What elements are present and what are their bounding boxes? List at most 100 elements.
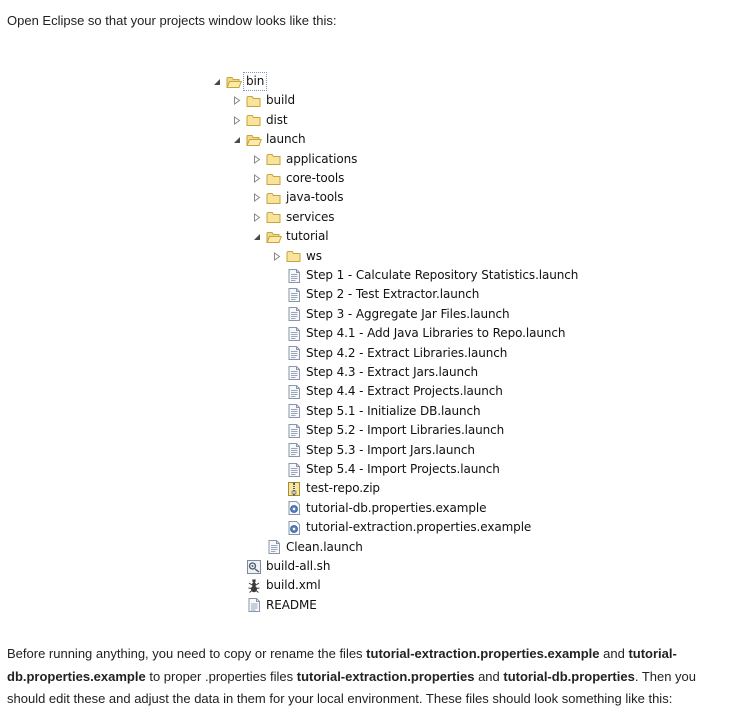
tree-item[interactable]: applications [248,150,357,169]
instructions-paragraph: Before running anything, you need to cop… [7,643,737,711]
folder-icon [266,190,282,206]
toggle-spacer [228,557,246,576]
tree-item-label: Step 4.3 - Extract Jars.launch [306,365,478,379]
tree-item[interactable]: Step 5.3 - Import Jars.launch [268,441,475,460]
project-explorer-tree: bin build dist launch applications core-tools… [208,72,588,620]
toggle-spacer [268,499,286,518]
tree-item-label: java-tools [286,190,344,205]
launch-file-icon [286,326,302,342]
tree-item[interactable]: Step 3 - Aggregate Jar Files.launch [268,305,510,324]
toggle-spacer [268,324,286,343]
folder-icon [246,93,262,109]
tree-item[interactable]: ws [268,247,322,266]
tree-item-label: ws [306,248,322,263]
tree-item-label: Step 4.1 - Add Java Libraries to Repo.la… [306,326,566,341]
toggle-spacer [248,538,266,557]
tree-item-label: tutorial [286,229,329,244]
launch-file-icon [286,423,302,439]
tree-item[interactable]: build-all.sh [228,557,330,576]
collapse-arrow-icon[interactable] [228,130,246,149]
folder-open-icon [226,74,242,90]
tree-item[interactable]: test-repo.zip [268,479,380,498]
tree-item[interactable]: Step 4.1 - Add Java Libraries to Repo.la… [268,324,565,343]
tree-item[interactable]: Clean.launch [248,538,363,557]
instructions-text: and [599,646,629,661]
tree-item[interactable]: dist [228,111,288,130]
tree-item[interactable]: Step 4.2 - Extract Libraries.launch [268,344,507,363]
tree-item-label: Step 4.2 - Extract Libraries.launch [306,345,508,360]
toggle-spacer [268,518,286,537]
folder-icon [266,151,282,167]
toggle-spacer [268,382,286,401]
folder-icon [266,209,282,225]
tree-item-label: launch [266,132,306,147]
toggle-spacer [268,479,286,498]
tree-item-label: build.xml [266,578,321,593]
expand-arrow-icon[interactable] [248,188,266,207]
tree-item[interactable]: Step 5.2 - Import Libraries.launch [268,421,504,440]
tree-item-label: Step 2 - Test Extractor.launch [306,287,480,302]
tree-item[interactable]: java-tools [248,188,344,207]
ant-build-icon [246,578,262,594]
launch-file-icon [286,403,302,419]
filename-extraction-example: tutorial-extraction.properties.example [366,646,600,661]
instructions-text: Before running anything, you need to cop… [7,646,367,661]
tree-item[interactable]: README [228,596,317,615]
expand-arrow-icon[interactable] [268,247,286,266]
folder-open-icon [246,132,262,148]
shell-script-icon [246,559,262,575]
tree-item-label: test-repo.zip [306,481,380,496]
filename-extraction-properties: tutorial-extraction.properties [296,668,475,684]
launch-file-icon [286,287,302,303]
tree-item-label: dist [266,112,288,127]
toggle-spacer [228,576,246,595]
tree-item[interactable]: tutorial-db.properties.example [268,499,487,518]
tree-item[interactable]: tutorial [248,227,329,246]
launch-file-icon [266,539,282,555]
toggle-spacer [268,305,286,324]
tree-item-label: Clean.launch [286,539,363,554]
instructions-text: and [474,668,504,684]
tree-item-label: core-tools [286,171,345,185]
tree-item-label: Step 5.3 - Import Jars.launch [306,442,475,457]
expand-arrow-icon[interactable] [248,150,266,169]
tree-item[interactable]: Step 5.4 - Import Projects.launch [268,460,500,479]
tree-item[interactable]: tutorial-extraction.properties.example [268,518,531,537]
tree-item-label: Step 5.1 - Initialize DB.launch [306,403,481,418]
launch-file-icon [286,268,302,284]
expand-arrow-icon[interactable] [248,169,266,188]
launch-file-icon [286,345,302,361]
tree-item[interactable]: launch [228,130,306,149]
tree-item[interactable]: Step 5.1 - Initialize DB.launch [268,402,481,421]
tree-item-label: README [266,597,317,612]
tree-item[interactable]: Step 4.4 - Extract Projects.launch [268,382,503,401]
expand-arrow-icon[interactable] [248,208,266,227]
collapse-arrow-icon[interactable] [248,227,266,246]
folder-icon [266,171,282,187]
tree-item[interactable]: Step 4.3 - Extract Jars.launch [268,363,478,382]
tree-item[interactable]: bin [208,72,268,91]
tree-item-label: Step 3 - Aggregate Jar Files.launch [306,306,510,321]
zip-archive-icon [286,481,302,497]
tree-item[interactable]: services [248,208,335,227]
tree-item-label: Step 1 - Calculate Repository Statistics… [306,268,579,282]
folder-icon [286,248,302,264]
collapse-arrow-icon[interactable] [208,72,226,91]
tree-item[interactable]: Step 1 - Calculate Repository Statistics… [268,266,578,285]
expand-arrow-icon[interactable] [228,111,246,130]
expand-arrow-icon[interactable] [228,91,246,110]
launch-file-icon [286,365,302,381]
tree-item[interactable]: build.xml [228,576,321,595]
tree-item-label: bin [243,72,268,91]
properties-file-icon [286,500,302,516]
folder-icon [246,112,262,128]
intro-text: Open Eclipse so that your projects windo… [7,13,337,28]
tree-item-label: Step 5.2 - Import Libraries.launch [306,423,505,438]
tree-item[interactable]: core-tools [248,169,344,188]
tree-item-label: build [266,93,296,108]
tree-item[interactable]: build [228,91,295,110]
text-file-icon [246,597,262,613]
tree-item-label: Step 5.4 - Import Projects.launch [306,462,500,476]
launch-file-icon [286,306,302,322]
tree-item[interactable]: Step 2 - Test Extractor.launch [268,285,479,304]
